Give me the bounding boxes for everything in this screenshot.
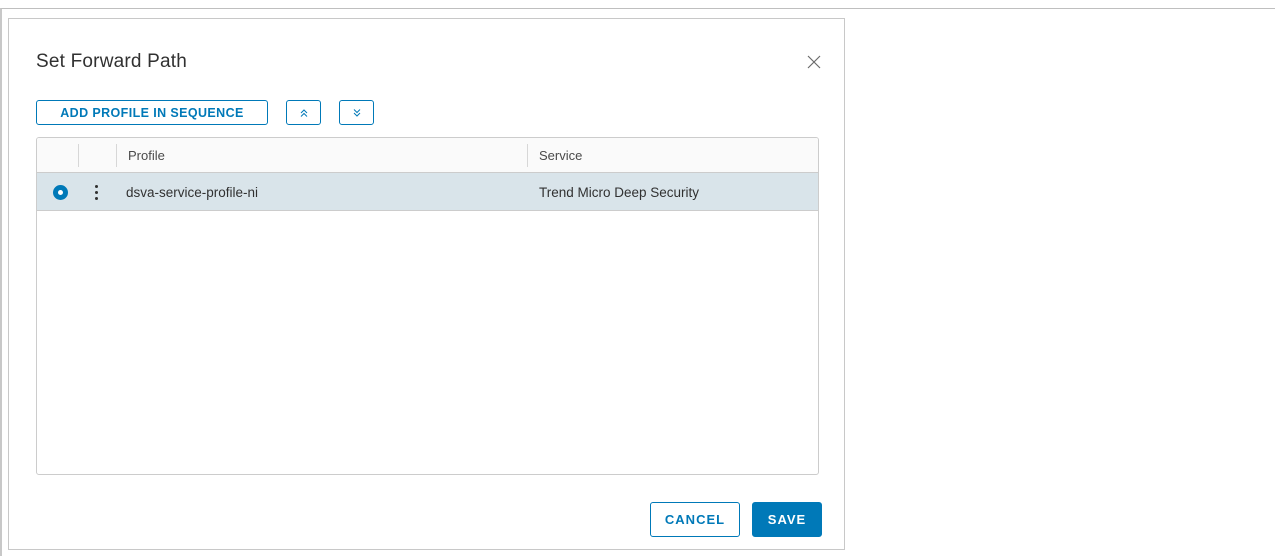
- column-separator: [78, 144, 79, 167]
- row-select-radio[interactable]: [53, 185, 68, 200]
- column-header-service[interactable]: Service: [539, 138, 582, 173]
- cancel-button[interactable]: CANCEL: [650, 502, 740, 537]
- set-forward-path-dialog: Set Forward Path ADD PROFILE IN SEQUENCE…: [8, 18, 845, 550]
- double-chevron-up-icon: [300, 108, 307, 117]
- close-icon: [807, 55, 821, 69]
- table-row[interactable]: dsva-service-profile-ni Trend Micro Deep…: [37, 173, 818, 211]
- move-up-button[interactable]: [286, 100, 321, 125]
- service-cell: Trend Micro Deep Security: [539, 184, 700, 200]
- column-separator[interactable]: [527, 144, 528, 167]
- profile-cell: dsva-service-profile-ni: [126, 184, 259, 200]
- row-actions-kebab-icon[interactable]: [87, 182, 105, 202]
- grid-header: Profile Service: [37, 138, 818, 173]
- column-header-profile[interactable]: Profile: [128, 138, 165, 173]
- radio-selected-dot: [58, 190, 63, 195]
- column-separator: [116, 144, 117, 167]
- dialog-title: Set Forward Path: [36, 51, 188, 72]
- profile-sequence-grid: Profile Service dsva-service-profile-ni …: [36, 137, 819, 475]
- move-down-button[interactable]: [339, 100, 374, 125]
- close-button[interactable]: [804, 52, 824, 72]
- save-button[interactable]: SAVE: [752, 502, 822, 537]
- add-profile-in-sequence-button[interactable]: ADD PROFILE IN SEQUENCE: [36, 100, 268, 125]
- double-chevron-down-icon: [353, 108, 360, 117]
